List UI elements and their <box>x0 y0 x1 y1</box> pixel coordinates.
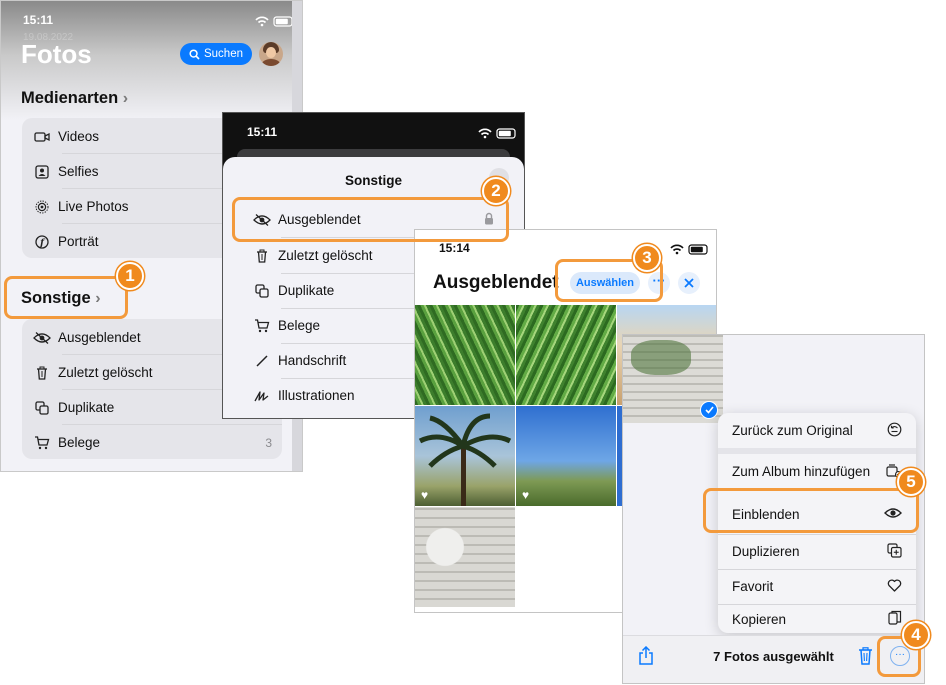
menu-item-label: Zum Album hinzufügen <box>732 464 871 479</box>
status-time: 15:11 <box>247 125 278 139</box>
step-badge-5: 5 <box>897 468 925 496</box>
album-title: Ausgeblendet <box>433 272 559 293</box>
list-item-label: Duplikate <box>58 400 115 415</box>
highlight-ausgeblendet <box>232 197 509 242</box>
menu-item-add-to-album[interactable]: Zum Album hinzufügen <box>718 454 916 489</box>
scribble-icon <box>252 388 272 404</box>
sheet-item-label: Handschrift <box>278 353 347 368</box>
step-badge-4: 4 <box>902 621 930 649</box>
step-badge-3: 3 <box>633 244 661 272</box>
search-button-label: Suchen <box>203 48 243 60</box>
section-heading-label: Medienarten <box>21 89 119 107</box>
menu-item-label: Kopieren <box>732 611 787 627</box>
photo-thumbnail[interactable]: ♥ <box>516 406 616 506</box>
status-time: 15:14 <box>439 241 470 255</box>
section-heading-medienarten[interactable]: Medienarten › <box>21 89 128 108</box>
status-time: 15:11 <box>23 13 54 27</box>
cart-icon <box>252 318 272 334</box>
copy-icon <box>888 610 902 629</box>
trash-icon <box>32 365 52 381</box>
pen-icon <box>252 353 272 369</box>
list-item-label: Zuletzt gelöscht <box>58 365 153 380</box>
menu-item-label: Duplizieren <box>732 544 800 559</box>
cart-icon <box>32 435 52 451</box>
trash-icon[interactable] <box>858 647 873 670</box>
photo-thumbnail[interactable]: ♥ <box>415 406 515 506</box>
live-photo-icon <box>32 199 52 215</box>
revert-icon <box>887 422 902 440</box>
chevron-right-icon: › <box>122 90 129 107</box>
photo-thumbnail[interactable] <box>415 305 515 405</box>
list-item-label: Ausgeblendet <box>58 330 141 345</box>
list-item-receipts[interactable]: Belege 3 <box>22 425 282 460</box>
avatar[interactable] <box>259 42 283 66</box>
checkmark-icon <box>700 401 718 419</box>
sheet-item-label: Zuletzt gelöscht <box>278 248 373 263</box>
list-item-label: Porträt <box>58 234 99 249</box>
menu-item-revert[interactable]: Zurück zum Original <box>718 413 916 448</box>
duplicate-plus-icon <box>887 542 902 561</box>
search-icon <box>189 48 200 60</box>
sheet-item-label: Illustrationen <box>278 388 355 403</box>
palm-tree-graphic <box>418 413 512 506</box>
list-item-label: Belege <box>58 435 101 450</box>
list-item-label: Selfies <box>58 164 99 179</box>
step-badge-1: 1 <box>116 262 144 290</box>
page-title: Fotos <box>21 39 92 69</box>
close-button[interactable] <box>678 272 700 294</box>
highlight-einblenden <box>703 488 919 533</box>
sheet-item-label: Belege <box>278 318 321 333</box>
sheet-item-label: Duplikate <box>278 283 335 298</box>
list-item-label: Videos <box>58 129 100 144</box>
list-item-label: Live Photos <box>58 199 129 214</box>
menu-item-label: Favorit <box>732 579 774 594</box>
eye-slash-icon <box>32 330 52 346</box>
portrait-icon: f <box>32 234 52 250</box>
status-icons <box>669 242 713 260</box>
status-icons <box>477 126 521 144</box>
photo-thumbnail-selected[interactable] <box>623 335 723 423</box>
heart-icon: ♥ <box>522 488 530 502</box>
list-item-count: 3 <box>265 435 272 450</box>
menu-item-copy[interactable]: Kopieren <box>718 604 916 634</box>
photo-thumbnail[interactable] <box>516 305 616 405</box>
duplicate-icon <box>32 400 52 416</box>
menu-item-favorite[interactable]: Favorit <box>718 569 916 604</box>
trash-icon <box>252 248 272 264</box>
duplicate-icon <box>252 283 272 299</box>
sheet-title: Sonstige <box>344 173 402 188</box>
close-icon <box>684 278 694 288</box>
step-badge-2: 2 <box>482 177 510 205</box>
menu-item-duplicate[interactable]: Duplizieren <box>718 534 916 569</box>
menu-item-label: Zurück zum Original <box>732 423 853 438</box>
selfie-icon <box>32 164 52 180</box>
heart-outline-icon <box>887 578 902 595</box>
highlight-sonstige <box>4 276 128 319</box>
photo-thumbnail[interactable] <box>415 507 515 607</box>
search-button[interactable]: Suchen <box>180 43 252 65</box>
heart-icon: ♥ <box>421 488 429 502</box>
video-icon <box>32 129 52 145</box>
